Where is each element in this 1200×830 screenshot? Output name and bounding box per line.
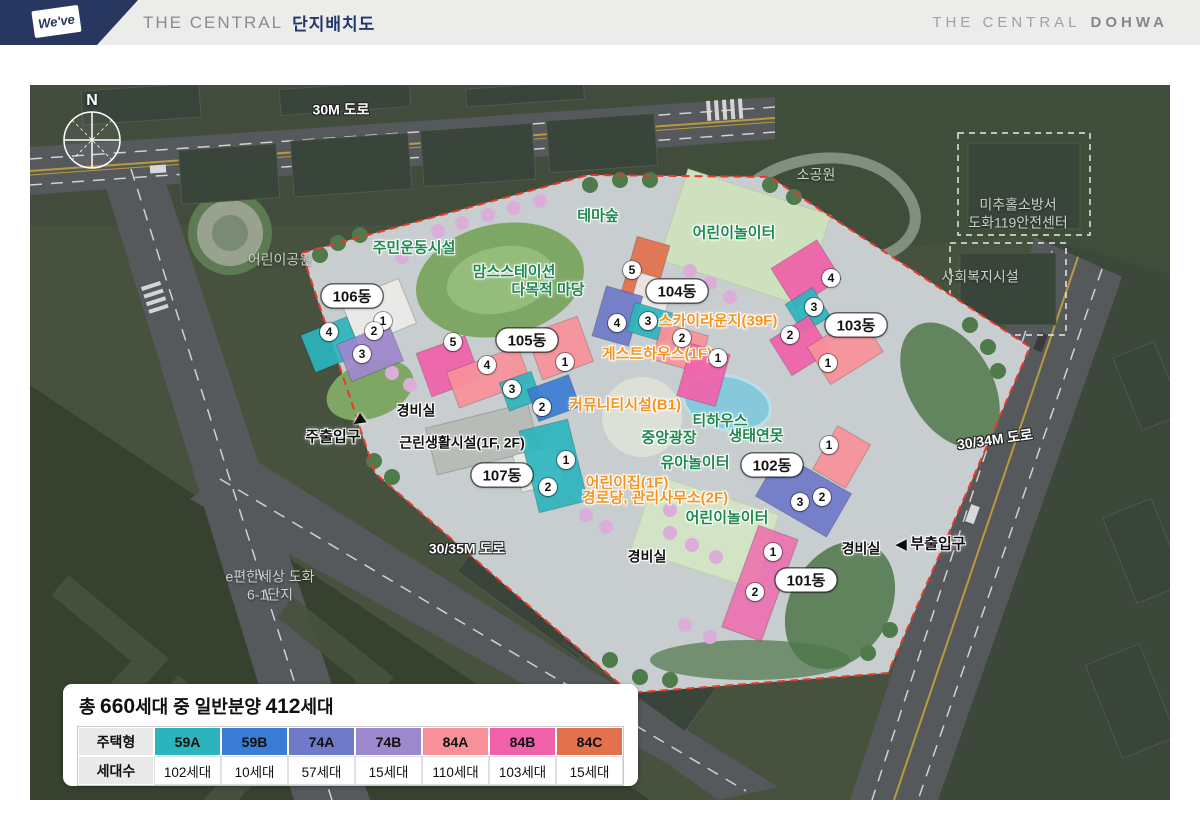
page-title: THE CENTRAL 단지배치도 [143,0,375,45]
unit-marker-103-3: 3 [805,298,823,316]
community-facility-label: 커뮤니티시설(B1) [569,397,681,416]
unit-marker-101-2: 2 [746,583,764,601]
unit-summary-panel: 총 660세대 중 일반분양 412세대 주택형 59A 59B 74A 74B… [63,684,638,786]
toddler-playground-label: 유아놀이터 [660,455,729,474]
sub-entrance-label: 부출입구 [910,536,965,555]
count-59a: 102세대 [154,756,221,785]
page-title-en: THE CENTRAL [143,13,283,33]
fire-station-line2: 도화119안전센터 [968,214,1068,232]
type-74b: 74B [355,727,422,756]
unit-marker-103-2: 2 [781,326,799,344]
unit-marker-104-2: 2 [673,329,691,347]
count-59b: 10세대 [221,756,288,785]
moms-station-label: 맘스스테이션 [473,264,556,283]
unit-marker-102-3: 3 [791,493,809,511]
unit-marker-105-3: 3 [503,380,521,398]
count-74a: 57세대 [288,756,355,785]
guard-post-right-label: 경비실 [842,540,881,558]
multipurpose-yard-label: 다목적 마당 [511,282,584,301]
fire-station-line1: 미추홀소방서 [968,197,1068,215]
unit-marker-103-1: 1 [819,354,837,372]
type-59a: 59A [154,727,221,756]
sky-lounge-label: 스카이라운지(39F) [659,313,778,332]
building-pill-106: 106동 [322,285,383,308]
welfare-facility-label: 사회복지시설 [941,268,1018,286]
unit-marker-102-2: 2 [813,488,831,506]
playground-bottom-label: 어린이놀이터 [686,510,769,529]
central-plaza-label: 중앙광장 [641,430,696,449]
header-bar: We've THE CENTRAL 단지배치도 THE CENTRAL DOHW… [0,0,1200,45]
count-74b: 15세대 [355,756,422,785]
neighbor-complex-line1: e편한세상 도화 [226,569,315,587]
building-pill-105: 105동 [497,329,558,352]
building-pill-103: 103동 [826,314,887,337]
brand-title-en: THE CENTRAL [932,14,1080,31]
title-prefix: 총 [79,697,96,717]
unit-marker-106-4: 4 [320,323,338,341]
unit-marker-104-4: 4 [608,314,626,332]
unit-marker-104-3: 3 [639,312,657,330]
building-pill-101: 101동 [776,569,837,592]
guard-post-bottom-label: 경비실 [628,548,667,566]
site-plan-page: { "header": { "logo": "We've", "title_en… [0,0,1200,830]
road-label-30m: 30M 도로 [313,101,370,119]
unit-marker-107-2: 2 [539,478,557,496]
brand-title-bold: DOHWA [1091,14,1169,31]
small-park-label: 소공원 [797,166,836,184]
unit-marker-107-1: 1 [557,451,575,469]
unit-marker-106-2: 2 [365,322,383,340]
unit-marker-105-4: 4 [478,356,496,374]
title-total-count: 660 [100,695,135,718]
building-pill-102: 102동 [742,454,803,477]
senior-office-label: 경로당, 관리사무소(2F) [582,490,728,509]
neighbor-complex-label: e편한세상 도화 6-1단지 [226,569,315,604]
playground-top-label: 어린이놀이터 [693,225,776,244]
unit-marker-104-5: 5 [623,261,641,279]
main-entrance-label: 주출입구 [305,429,360,448]
theme-forest-label: 테마숲 [577,208,618,227]
row-label-count: 세대수 [78,756,154,785]
fire-station-label: 미추홀소방서 도화119안전센터 [968,197,1068,232]
title-post: 세대 [300,697,333,717]
road-label-30-35m: 30/35M 도로 [429,540,505,558]
sports-facility-label: 주민운동시설 [373,240,456,259]
sub-entrance-arrow-icon: ◀ [895,535,907,553]
count-84c: 15세대 [556,756,623,785]
unit-marker-101-1: 1 [764,543,782,561]
type-84b: 84B [489,727,556,756]
unit-marker-105-5: 5 [444,333,462,351]
guard-post-left-label: 경비실 [397,402,436,420]
compass-north-label: N [86,91,98,111]
unit-marker-105-1: 1 [556,353,574,371]
title-mid: 세대 중 일반분양 [135,697,261,717]
unit-marker-103-4: 4 [822,269,840,287]
unit-marker-105-2: 2 [533,398,551,416]
unit-marker-106-3: 3 [353,345,371,363]
eco-pond-label: 생태연못 [728,428,783,447]
page-title-ko: 단지배치도 [292,10,375,35]
type-84c: 84C [556,727,623,756]
neighbor-complex-line2: 6-1단지 [226,586,315,604]
retail-label: 근린생활시설(1F, 2F) [399,434,525,452]
type-84a: 84A [422,727,489,756]
row-label-type: 주택형 [78,727,154,756]
building-pill-104: 104동 [647,280,708,303]
unit-type-table: 주택형 59A 59B 74A 74B 84A 84B 84C 세대수 102세… [77,726,624,786]
unit-marker-104-1: 1 [709,349,727,367]
type-59b: 59B [221,727,288,756]
children-park-label: 어린이공원 [248,251,312,269]
unit-marker-102-1: 1 [820,436,838,454]
count-84b: 103세대 [489,756,556,785]
type-74a: 74A [288,727,355,756]
guest-house-label: 게스트하우스(1F) [602,346,712,365]
building-pill-107: 107동 [472,464,533,487]
compass-icon [64,112,120,168]
title-general-count: 412 [265,695,300,718]
count-84a: 110세대 [422,756,489,785]
unit-summary-title: 총 660세대 중 일반분양 412세대 [79,693,638,719]
brand-title: THE CENTRAL DOHWA [932,0,1168,45]
